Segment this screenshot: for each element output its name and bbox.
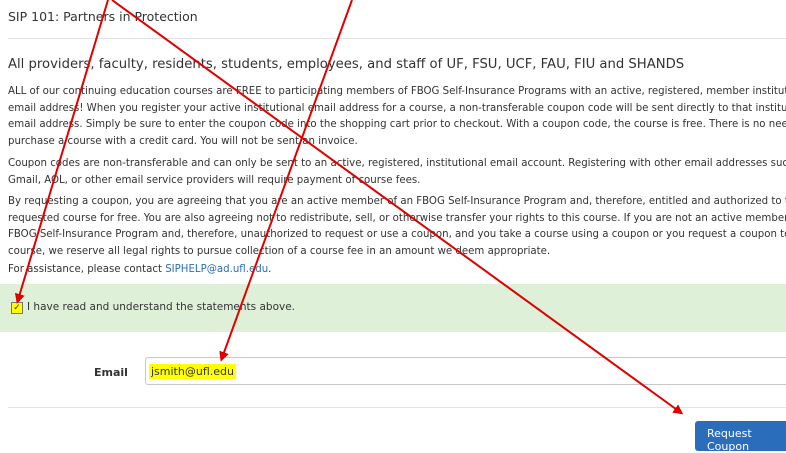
arrow-to-email [219,0,353,362]
arrow-to-checkbox [14,0,109,304]
arrow-to-request-button [111,0,684,415]
annotation-arrows [14,0,684,415]
